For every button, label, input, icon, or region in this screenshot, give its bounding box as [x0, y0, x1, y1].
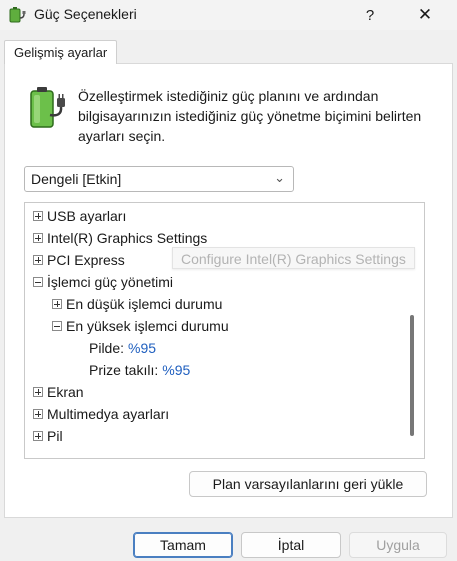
- tree-item-label: USB ayarları: [47, 208, 127, 224]
- chevron-down-icon: ⌄: [274, 170, 285, 185]
- restore-defaults-button[interactable]: Plan varsayılanlarını geri yükle: [189, 471, 427, 497]
- setting-label: Prize takılı:: [89, 362, 159, 378]
- app-battery-icon: [9, 7, 26, 23]
- tree-item-label: En düşük işlemci durumu: [66, 296, 223, 312]
- title-bar: Güç Seçenekleri ? ✕: [0, 0, 457, 30]
- tree-item-plugged-in[interactable]: Prize takılı: %95: [89, 360, 190, 380]
- power-plan-select[interactable]: Dengeli [Etkin] ⌄: [24, 166, 294, 192]
- setting-label: Pilde:: [89, 340, 125, 356]
- tooltip: Configure Intel(R) Graphics Settings: [172, 247, 415, 269]
- tree-item-intel-graphics[interactable]: Intel(R) Graphics Settings: [33, 228, 207, 248]
- expand-plus-icon[interactable]: [33, 431, 43, 441]
- tree-item-label: İşlemci güç yönetimi: [47, 274, 174, 290]
- setting-value-link[interactable]: %95: [162, 362, 190, 378]
- window-title: Güç Seçenekleri: [34, 6, 137, 22]
- tree-item-multimedia[interactable]: Multimedya ayarları: [33, 404, 169, 424]
- tree-item-pci-express[interactable]: PCI Express: [33, 250, 125, 270]
- apply-button[interactable]: Uygula: [349, 532, 447, 558]
- tree-scrollbar-thumb[interactable]: [410, 315, 414, 436]
- tree-item-usb[interactable]: USB ayarları: [33, 206, 126, 226]
- tree-item-battery[interactable]: Pil: [33, 426, 63, 446]
- tab-advanced-settings[interactable]: Gelişmiş ayarlar: [4, 40, 118, 64]
- expand-plus-icon[interactable]: [33, 211, 43, 221]
- collapse-minus-icon[interactable]: [52, 321, 62, 331]
- setting-value-link[interactable]: %95: [128, 340, 156, 356]
- tree-item-on-battery[interactable]: Pilde: %95: [89, 338, 156, 358]
- tree-item-label: Pil: [47, 428, 63, 444]
- help-button[interactable]: ?: [350, 0, 390, 30]
- battery-plug-icon: [30, 87, 65, 128]
- tree-item-max-processor-state[interactable]: En yüksek işlemci durumu: [52, 316, 229, 336]
- tree-item-display[interactable]: Ekran: [33, 382, 84, 402]
- expand-plus-icon[interactable]: [33, 409, 43, 419]
- power-plan-value: Dengeli [Etkin]: [31, 171, 122, 187]
- tree-item-label: Multimedya ayarları: [47, 406, 170, 422]
- tree-item-min-processor-state[interactable]: En düşük işlemci durumu: [52, 294, 222, 314]
- tree-item-label: Ekran: [47, 384, 84, 400]
- tree-item-label: En yüksek işlemci durumu: [66, 318, 229, 334]
- tree-item-processor-power[interactable]: İşlemci güç yönetimi: [33, 272, 173, 292]
- expand-plus-icon[interactable]: [33, 233, 43, 243]
- cancel-button[interactable]: İptal: [241, 532, 341, 558]
- tree-item-label: Intel(R) Graphics Settings: [47, 230, 208, 246]
- expand-plus-icon[interactable]: [33, 255, 43, 265]
- expand-plus-icon[interactable]: [52, 299, 62, 309]
- expand-plus-icon[interactable]: [33, 387, 43, 397]
- ok-button[interactable]: Tamam: [133, 532, 233, 558]
- close-button[interactable]: ✕: [402, 0, 448, 30]
- collapse-minus-icon[interactable]: [33, 277, 43, 287]
- description-text: Özelleştirmek istediğiniz güç planını ve…: [78, 88, 422, 144]
- tree-item-label: PCI Express: [47, 252, 125, 268]
